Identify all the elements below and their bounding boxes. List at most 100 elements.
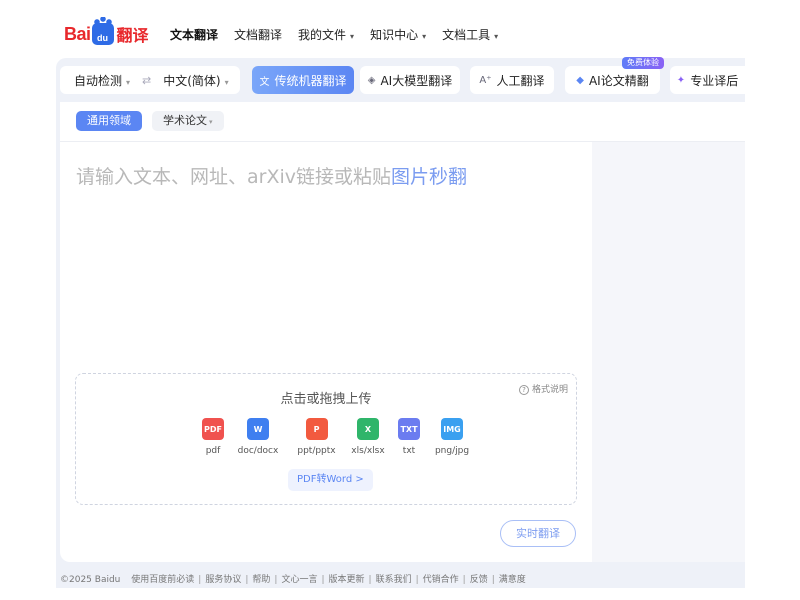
- footer-separator: |: [415, 575, 419, 585]
- file-type-0: PDF pdf: [202, 418, 224, 456]
- ai-model-icon: ◈: [367, 74, 376, 86]
- main-nav: 文本翻译 文档翻译 我的文件 ▾ 知识中心 ▾ 文档工具 ▾: [170, 26, 498, 43]
- mode-pro-postedit-button[interactable]: ✦ 专业译后: [670, 66, 745, 94]
- nav-knowledge-center[interactable]: 知识中心 ▾: [370, 26, 426, 43]
- file-type-icon: IMG: [441, 418, 463, 440]
- nav-doc-translate-label: 文档翻译: [234, 28, 283, 42]
- footer: ©2025 Baidu 使用百度前必读 | 服务协议 | 帮助 | 文心一言 | 版本更新 | 联系…: [60, 572, 526, 585]
- footer-separator: |: [321, 575, 325, 585]
- mode-human-translate-label: 人工翻译: [496, 73, 545, 88]
- mode-machine-translate-button[interactable]: 文传统机器翻译: [252, 66, 354, 94]
- question-icon: ?: [518, 385, 529, 395]
- realtime-translate-button[interactable]: 实时翻译: [500, 520, 576, 547]
- file-type-label: ppt/pptx: [297, 446, 336, 456]
- source-language-label: 自动检测: [74, 73, 123, 88]
- mode-pro-postedit-label: 专业译后: [690, 73, 739, 88]
- logo-bai-text: Bai: [64, 23, 91, 44]
- mode-ai-paper-button[interactable]: ◆ AI论文精翻: [565, 66, 660, 94]
- file-type-4: TXT txt: [395, 418, 423, 456]
- logo-product-text: 翻译: [116, 26, 149, 45]
- upload-title: 点击或拖拽上传: [280, 392, 372, 407]
- mode-ai-llm-button[interactable]: ◈ AI大模型翻译: [360, 66, 460, 94]
- file-type-label: xls/xlsx: [351, 446, 385, 456]
- file-type-icon: X: [357, 418, 379, 440]
- nav-doc-translate[interactable]: 文档翻译: [234, 26, 282, 43]
- domain-tabs: 通用领域 学术论文 ▾: [76, 111, 224, 131]
- paw-logo-icon: du: [91, 17, 114, 45]
- tab-general-domain[interactable]: 通用领域: [76, 111, 142, 131]
- mode-ai-llm-label: AI大模型翻译: [380, 73, 453, 88]
- chevron-down-icon: ▾: [209, 118, 213, 126]
- free-trial-badge: 免费体验: [622, 57, 664, 69]
- target-panel: [592, 102, 745, 562]
- nav-text-translate-label: 文本翻译: [170, 28, 219, 42]
- nav-my-files-label: 我的文件: [298, 28, 347, 42]
- footer-link[interactable]: 使用百度前必读: [131, 575, 194, 585]
- file-type-1: Wdoc/docx: [226, 418, 290, 456]
- target-language-select[interactable]: 中文(简体) ▾: [163, 72, 228, 89]
- nav-doc-tools[interactable]: 文档工具 ▾: [442, 26, 498, 43]
- footer-copyright: ©2025 Baidu: [60, 575, 121, 585]
- mode-machine-translate-label: 传统机器翻译: [274, 73, 347, 88]
- sparkle-icon: ✦: [676, 74, 686, 86]
- translate-icon: 文: [259, 76, 270, 88]
- footer-separator: |: [245, 575, 249, 585]
- footer-separator: |: [491, 575, 495, 585]
- footer-separator: |: [368, 575, 372, 585]
- app-root: Bai du 翻译 文本翻译 文档翻译 我的文件 ▾ 知识中心 ▾ 文档工具 ▾ 自动…: [0, 0, 800, 600]
- footer-link[interactable]: 帮助: [252, 575, 270, 585]
- footer-separator: |: [274, 575, 278, 585]
- baidu-translate-logo[interactable]: Bai du 翻译: [64, 17, 149, 48]
- footer-link[interactable]: 满意度: [499, 575, 526, 585]
- footer-link[interactable]: 联系我们: [376, 575, 412, 585]
- file-type-icon: TXT: [398, 418, 420, 440]
- target-language-label: 中文(简体): [163, 73, 221, 88]
- footer-link[interactable]: 代销合作: [423, 575, 459, 585]
- human-ai-icon: A⁺: [479, 74, 492, 86]
- file-type-label: doc/docx: [237, 446, 279, 456]
- source-text-input[interactable]: 请输入文本、网址、arXiv链接或粘贴图片秒翻: [76, 162, 467, 189]
- swap-languages-icon[interactable]: ⇄: [142, 74, 151, 87]
- panel-divider: [60, 141, 745, 142]
- chevron-down-icon: ▾: [350, 32, 355, 41]
- file-type-list: PDF pdf Wdoc/docx Pppt/pptx Xxls/xlsx TXT txt I…: [202, 418, 479, 456]
- footer-link[interactable]: 版本更新: [329, 575, 365, 585]
- file-type-icon: PDF: [202, 418, 224, 440]
- chevron-down-icon: ▾: [224, 77, 229, 87]
- footer-link[interactable]: 反馈: [470, 575, 488, 585]
- footer-separator: |: [198, 575, 202, 585]
- input-placeholder-text: 请输入文本、网址、arXiv链接或粘贴: [76, 166, 391, 188]
- nav-doc-tools-label: 文档工具: [442, 28, 491, 42]
- file-type-icon: P: [305, 418, 328, 440]
- file-type-label: txt: [402, 446, 416, 456]
- file-type-icon: W: [247, 418, 269, 440]
- mode-ai-paper-label: AI论文精翻: [588, 73, 649, 88]
- logo-du-text: du: [97, 33, 109, 43]
- pdf-to-word-button[interactable]: PDF转Word >: [288, 469, 373, 491]
- image-translate-link[interactable]: 图片秒翻: [391, 166, 467, 188]
- nav-text-translate[interactable]: 文本翻译: [170, 26, 218, 43]
- footer-link[interactable]: 服务协议: [205, 575, 241, 585]
- file-type-5: IMG png/jpg: [425, 418, 479, 456]
- tab-academic-paper[interactable]: 学术论文 ▾: [152, 111, 224, 131]
- format-help-label: 格式说明: [531, 385, 568, 395]
- source-language-select[interactable]: 自动检测 ▾: [74, 72, 130, 89]
- chevron-down-icon: ▾: [422, 32, 427, 41]
- footer-link[interactable]: 文心一言: [281, 575, 317, 585]
- nav-my-files[interactable]: 我的文件 ▾: [298, 26, 354, 43]
- language-selector: 自动检测 ▾ ⇄ 中文(简体) ▾: [60, 66, 240, 94]
- file-type-3: Xxls/xlsx: [343, 418, 393, 456]
- chevron-down-icon: ▾: [126, 77, 131, 87]
- target-panel-header: [592, 102, 745, 142]
- file-upload-dropzone[interactable]: 点击或拖拽上传 ? 格式说明 PDF pdf Wdoc/docx Pppt/pptx Xx…: [75, 373, 577, 505]
- file-type-2: Pppt/pptx: [292, 418, 341, 456]
- file-type-label: pdf: [205, 446, 221, 456]
- format-help-link[interactable]: ? 格式说明: [518, 382, 568, 395]
- file-type-label: png/jpg: [434, 446, 470, 456]
- footer-separator: |: [462, 575, 466, 585]
- tab-general-domain-label: 通用领域: [87, 114, 131, 127]
- chevron-down-icon: ▾: [494, 32, 499, 41]
- top-nav: Bai du 翻译 文本翻译 文档翻译 我的文件 ▾ 知识中心 ▾ 文档工具 ▾: [0, 0, 800, 60]
- tab-academic-paper-label: 学术论文: [163, 114, 207, 127]
- mode-human-translate-button[interactable]: A⁺ 人工翻译: [470, 66, 554, 94]
